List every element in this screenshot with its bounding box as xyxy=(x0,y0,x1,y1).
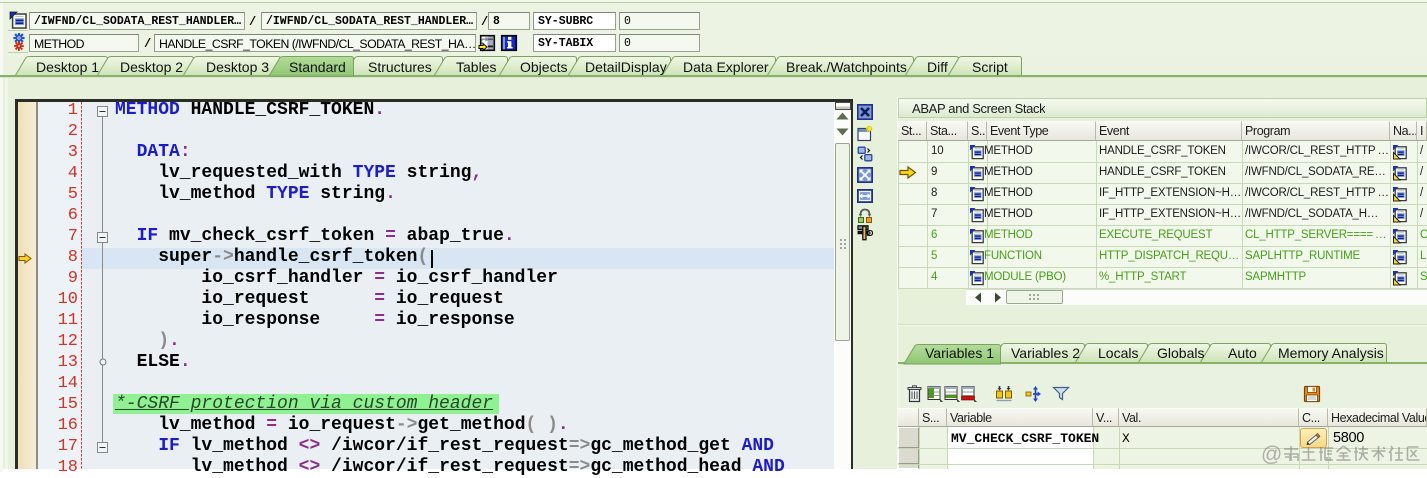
svg-text:@: @ xyxy=(1261,443,1282,466)
